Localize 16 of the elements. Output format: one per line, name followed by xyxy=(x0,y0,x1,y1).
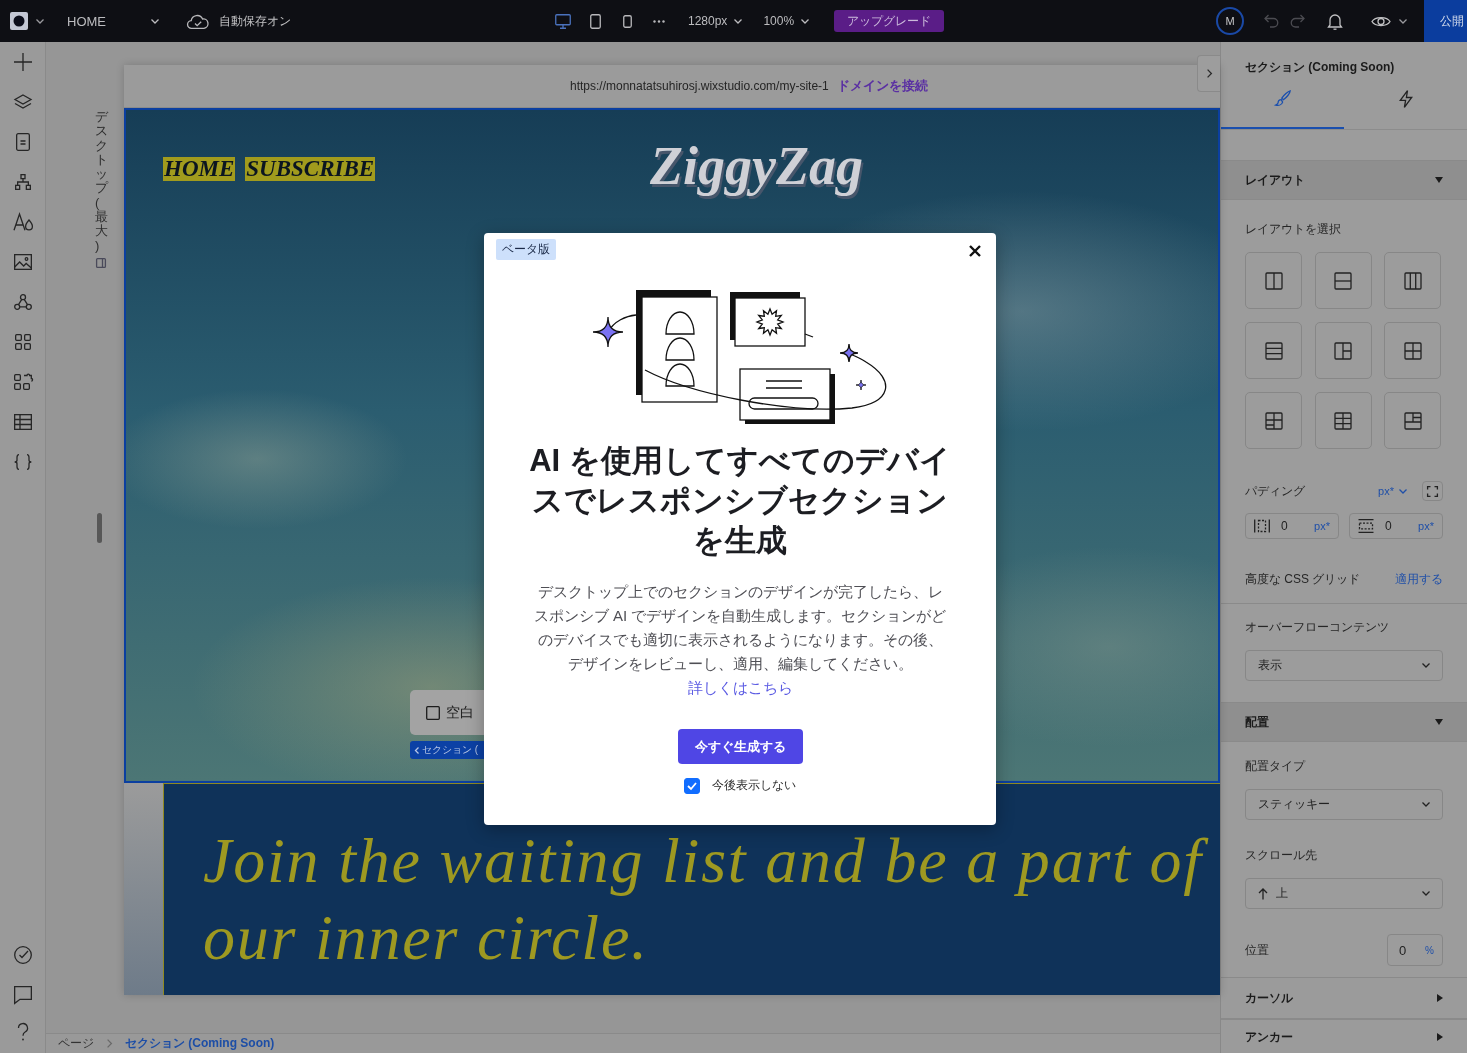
field-label: 位置 xyxy=(1245,942,1269,958)
field-label: スクロール先 xyxy=(1245,847,1318,863)
field-label: 高度な CSS グリッド xyxy=(1245,571,1361,587)
breakpoint-label: デスクトップ (最大) xyxy=(95,110,108,253)
site-logo-text: ZiggyZag xyxy=(650,136,863,196)
field-label: オーバーフローコンテンツ xyxy=(1245,619,1390,635)
beta-badge: ベータ版 xyxy=(496,239,556,260)
autosave-status: 自動保存オン xyxy=(219,12,291,30)
field-label: レイアウトを選択 xyxy=(1245,221,1342,237)
url-text: https://monnatatsuhirosj.wixstudio.com/my-site-1 xyxy=(570,79,829,93)
field-label: 配置タイプ xyxy=(1245,758,1307,774)
panel-title: セクション (Coming Soon) xyxy=(1244,59,1396,75)
dialog-title: AI を使用してすべてのデバイスでレスポンシブセクションを生成 xyxy=(528,442,952,560)
dialog-body: デスクトップ上でのセクションのデザインが完了したら、レスポンシブ AI でデザインを自動生成します。セクションがどのデバイスでも適切に表示されるようになります。その後、デザインをレビューし、適用、編集してください。 xyxy=(532,582,948,674)
field-label: パディング xyxy=(1245,483,1305,499)
signup-heading: Join the waiting list and be a part of our inner circle. xyxy=(203,822,1220,976)
